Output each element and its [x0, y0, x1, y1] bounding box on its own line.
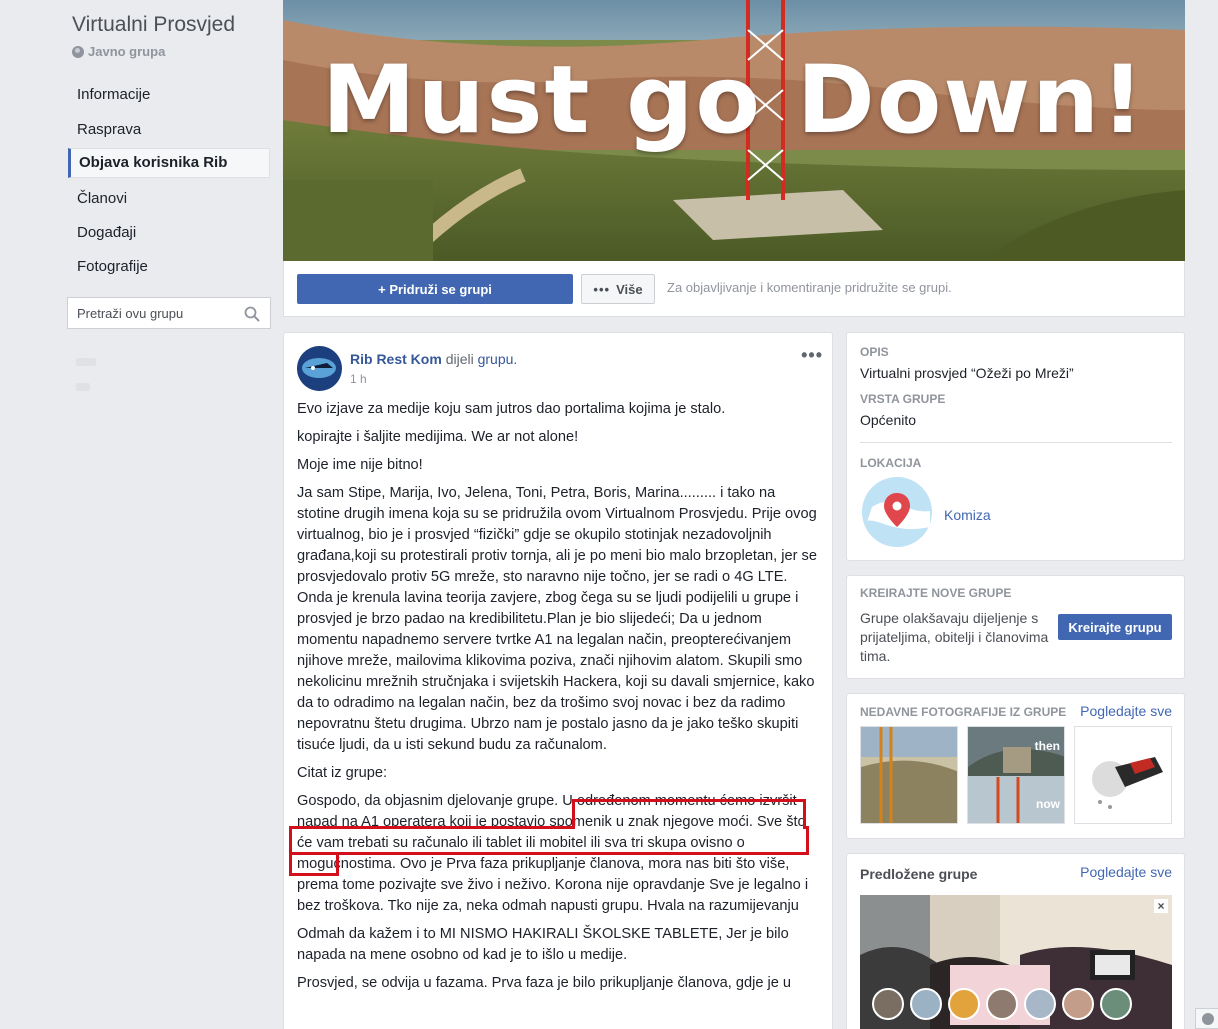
member-avatar[interactable]: [872, 988, 904, 1020]
now-label: now: [1036, 797, 1060, 811]
photo-thumbnail[interactable]: [860, 726, 958, 824]
member-avatar[interactable]: [986, 988, 1018, 1020]
sidebar-item-rasprava[interactable]: Rasprava: [68, 115, 270, 145]
suggested-groups-card: Predložene grupe Pogledajte sve ×: [846, 853, 1185, 1029]
post-author[interactable]: Rib Rest Kom: [350, 351, 442, 367]
suggested-group-image[interactable]: ×: [860, 895, 1172, 1029]
placeholder-bar: [76, 358, 96, 366]
recent-photos-card: NEDAVNE FOTOGRAFIJE IZ GRUPE Pogledajte …: [846, 693, 1185, 839]
about-card: OPIS Virtualni prosvjed “Ožeži po Mreži”…: [846, 332, 1185, 561]
shared-text: dijeli: [445, 351, 474, 367]
create-groups-text: Grupe olakšavaju dijeljenje s prijatelji…: [860, 610, 1049, 664]
map-pin-icon: [867, 493, 930, 530]
post-timestamp[interactable]: 1 h: [350, 372, 367, 386]
member-avatar[interactable]: [1100, 988, 1132, 1020]
post-paragraph: Evo izjave za medije koju sam jutros dao…: [297, 401, 726, 417]
group-actionbar: + Pridruži se grupi ••• Više Za objavlji…: [283, 261, 1185, 317]
post-paragraph: kopirajte i šaljite medijima. We ar not …: [297, 429, 579, 445]
cover-title: Must go Down!: [322, 46, 1146, 155]
post-paragraph: Ja sam Stipe, Marija, Ivo, Jelena, Toni,…: [297, 485, 817, 753]
privacy-text: Javno grupa: [88, 44, 166, 59]
highlight-annotation: [289, 826, 809, 855]
create-group-button[interactable]: Kreirajte grupu: [1058, 614, 1172, 640]
group-title[interactable]: Virtualni Prosvjed: [72, 13, 235, 37]
photo-thumbnail[interactable]: then now: [967, 726, 1065, 824]
more-button[interactable]: ••• Više: [581, 274, 655, 304]
join-group-button[interactable]: + Pridruži se grupi: [297, 274, 573, 304]
photo-image: [1075, 727, 1171, 823]
highlight-annotation: [572, 799, 806, 829]
close-icon[interactable]: ×: [1154, 899, 1168, 913]
chat-tab[interactable]: [1195, 1008, 1218, 1029]
then-label: then: [1034, 739, 1060, 753]
group-type: Općenito: [860, 412, 917, 428]
search-icon[interactable]: [244, 306, 260, 322]
group-type-label: VRSTA GRUPE: [860, 392, 946, 406]
avatar-image: [297, 346, 342, 391]
highlight-annotation: [289, 826, 575, 829]
member-avatar[interactable]: [910, 988, 942, 1020]
placeholder-bar: [76, 383, 90, 391]
group-search: [67, 297, 271, 329]
sidebar-item-fotografije[interactable]: Fotografije: [68, 252, 270, 282]
post-paragraph: Odmah da kažem i to MI NISMO HAKIRALI ŠK…: [297, 926, 789, 963]
post-card: Rib Rest Kom dijeli grupu. 1 h ••• Evo i…: [283, 332, 833, 1029]
post-paragraph: Citat iz grupe:: [297, 765, 388, 781]
more-dots-icon: •••: [593, 281, 611, 297]
post-paragraph: Moje ime nije bitno!: [297, 457, 423, 473]
group-description: Virtualni prosvjed “Ožeži po Mreži”: [860, 365, 1074, 381]
location-map[interactable]: [862, 477, 932, 547]
location-label: LOKACIJA: [860, 456, 922, 470]
photo-image: [861, 727, 957, 823]
member-avatars: [872, 988, 1132, 1020]
sidebar-item-informacije[interactable]: Informacije: [68, 80, 270, 110]
shared-group-link[interactable]: grupu.: [478, 351, 518, 367]
join-hint: Za objavljivanje i komentiranje pridruži…: [667, 280, 952, 295]
photos-see-all-link[interactable]: Pogledajte sve: [1080, 703, 1172, 719]
post-options-icon[interactable]: •••: [801, 345, 823, 366]
member-avatar[interactable]: [1062, 988, 1094, 1020]
sidebar-item-clanovi[interactable]: Članovi: [68, 184, 270, 214]
privacy-label: Javno grupa: [72, 44, 165, 59]
globe-icon: [72, 45, 84, 58]
sidebar-item-objava[interactable]: Objava korisnika Rib: [68, 148, 270, 178]
create-groups-card: KREIRAJTE NOVE GRUPE Grupe olakšavaju di…: [846, 575, 1185, 679]
member-avatar[interactable]: [948, 988, 980, 1020]
post-author-line: Rib Rest Kom dijeli grupu.: [350, 351, 517, 367]
suggested-see-all-link[interactable]: Pogledajte sve: [1080, 864, 1172, 880]
cover-photo[interactable]: Must go Down!: [283, 0, 1185, 261]
opis-label: OPIS: [860, 345, 889, 359]
create-groups-header: KREIRAJTE NOVE GRUPE: [860, 586, 1012, 600]
more-label: Više: [616, 281, 643, 297]
suggested-header: Predložene grupe: [860, 866, 978, 882]
location-link[interactable]: Komiza: [944, 507, 991, 523]
post-paragraph: Prosvjed, se odvija u fazama. Prva faza …: [297, 975, 792, 991]
divider: [860, 442, 1172, 443]
author-avatar[interactable]: [297, 346, 342, 391]
recent-photos-header: NEDAVNE FOTOGRAFIJE IZ GRUPE: [860, 705, 1067, 719]
post-body: Evo izjave za medije koju sam jutros dao…: [297, 399, 822, 1001]
sidebar-item-dogadaji[interactable]: Događaji: [68, 218, 270, 248]
globe-icon: [1202, 1013, 1214, 1025]
highlight-annotation: [289, 852, 339, 876]
search-input[interactable]: [68, 298, 233, 328]
member-avatar[interactable]: [1024, 988, 1056, 1020]
photo-thumbnail[interactable]: [1074, 726, 1172, 824]
